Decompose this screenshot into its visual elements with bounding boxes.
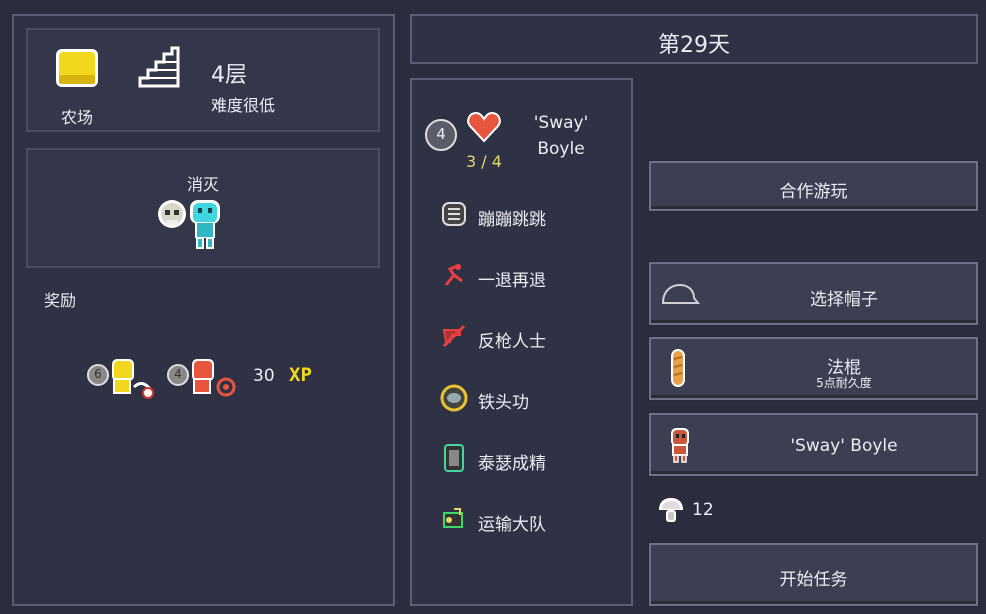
skull-icon xyxy=(155,198,189,232)
trait-4: 铁头功 xyxy=(478,393,529,413)
iron-head-icon xyxy=(440,384,468,412)
currency-count: 12 xyxy=(692,500,714,520)
day-title: 第29天 xyxy=(658,33,730,58)
difficulty-label: 难度很低 xyxy=(211,96,276,115)
spring-icon xyxy=(440,200,468,228)
level-name: 农场 xyxy=(60,108,93,127)
hat-icon xyxy=(660,282,700,306)
baguette-icon xyxy=(668,347,688,389)
heart-icon xyxy=(467,111,501,143)
farm-level-icon xyxy=(54,47,100,89)
player-name-line2: Boyle xyxy=(537,139,585,159)
player-name-line1: 'Sway' xyxy=(533,113,589,133)
taser-icon xyxy=(440,443,468,473)
trait-2: 一退再退 xyxy=(478,271,546,291)
trait-6: 运输大队 xyxy=(478,515,546,535)
no-gun-icon xyxy=(440,322,468,350)
mushroom-currency-icon xyxy=(656,495,686,525)
choose-hat-label: 选择帽子 xyxy=(810,290,878,310)
character-button-label: 'Sway' Boyle xyxy=(790,436,898,456)
mission-title: 消灭 xyxy=(186,175,219,194)
enemy-target-icon xyxy=(186,196,224,252)
reward-1-count: 6 xyxy=(94,367,102,381)
rewards-title: 奖励 xyxy=(44,291,77,310)
player-level: 4 xyxy=(436,125,446,143)
character-portrait-icon xyxy=(665,426,695,464)
xp-amount: 30 xyxy=(253,366,275,386)
floor-count: 4层 xyxy=(211,63,247,88)
trait-1: 蹦蹦跳跳 xyxy=(478,210,546,230)
xp-label: XP xyxy=(289,364,312,386)
coop-button-label: 合作游玩 xyxy=(779,182,848,202)
transport-icon xyxy=(440,505,468,533)
trait-5: 泰瑟成精 xyxy=(478,454,546,474)
stairs-icon xyxy=(136,44,182,90)
start-mission-label: 开始任务 xyxy=(779,570,848,590)
hp-value: 3 / 4 xyxy=(466,152,502,171)
weapon-durability: 5点耐久度 xyxy=(816,376,872,390)
trait-3: 反枪人士 xyxy=(478,332,546,352)
reward-2-count: 4 xyxy=(174,367,182,381)
retreat-icon xyxy=(440,261,468,289)
